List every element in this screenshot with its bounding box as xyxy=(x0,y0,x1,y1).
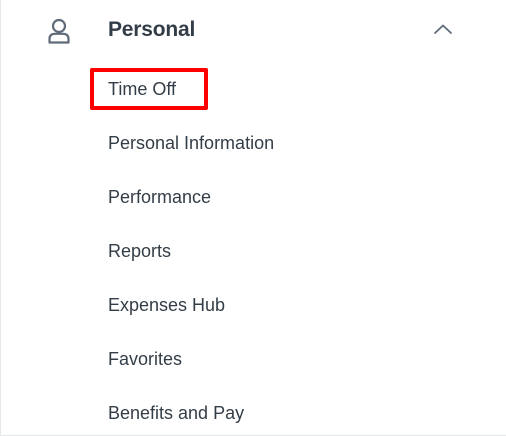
menu-item-personal-information[interactable]: Personal Information xyxy=(108,132,274,154)
menu-item-performance[interactable]: Performance xyxy=(108,186,211,208)
menu-item-favorites[interactable]: Favorites xyxy=(108,348,182,370)
menu-item-time-off[interactable]: Time Off xyxy=(108,78,176,100)
person-icon xyxy=(47,18,71,44)
personal-menu-panel: Personal Time Off Personal Information P… xyxy=(0,0,506,436)
menu-item-reports[interactable]: Reports xyxy=(108,240,171,262)
chevron-up-icon[interactable] xyxy=(432,21,454,37)
section-title: Personal xyxy=(108,18,196,41)
menu-item-benefits-and-pay[interactable]: Benefits and Pay xyxy=(108,402,244,424)
section-header-personal[interactable]: Personal xyxy=(1,0,506,62)
menu-item-expenses-hub[interactable]: Expenses Hub xyxy=(108,294,225,316)
